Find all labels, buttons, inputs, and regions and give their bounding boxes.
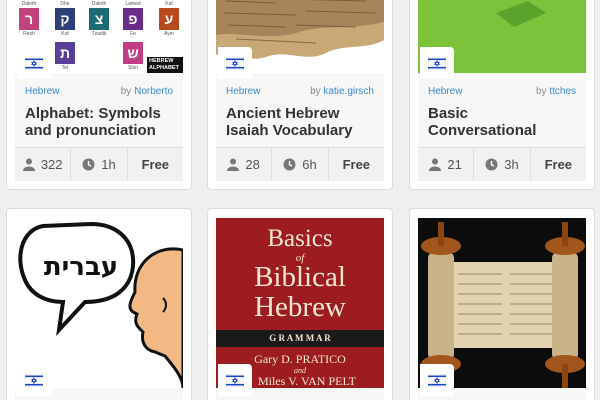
letter-name: Fe (130, 31, 136, 37)
course-card[interactable]: ר ק צ פ ע ת ש Daleth Dhe Daleth Lamed Ka… (6, 0, 192, 190)
user-icon (22, 158, 35, 171)
alphabet-caption: HEBREW ALPHABET (147, 57, 183, 73)
learners-stat: 28 (216, 148, 273, 181)
time-stat: 3h (474, 148, 531, 181)
letter-name: Daleth (91, 1, 107, 7)
course-stats: 28 6h Free (216, 147, 384, 181)
letter-name: Kaf (165, 1, 173, 7)
clock-icon (283, 158, 296, 171)
caption-line: ALPHABET (149, 65, 179, 71)
course-card[interactable]: Hebrew by ttches Basic Conversational 21… (409, 0, 595, 190)
price-value: Free (141, 157, 170, 172)
author-link[interactable]: katie.girsch (323, 86, 374, 97)
user-icon (227, 158, 240, 171)
course-title[interactable]: Alphabet: Symbols and pronunciation (25, 105, 177, 139)
speech-bubble-image (18, 221, 183, 388)
letter-tile: צ (89, 8, 109, 30)
letter-tile: ע (159, 8, 179, 30)
letter-name: Ayin (164, 31, 174, 37)
time-stat: 1h (71, 148, 128, 181)
course-language-link[interactable]: Hebrew (25, 86, 59, 97)
price-stat: Free (128, 148, 183, 181)
letter-tile: ק (55, 8, 75, 30)
israel-flag-icon (218, 47, 252, 79)
price-value: Free (342, 157, 371, 172)
letter-name: Dhe (60, 1, 70, 7)
learners-count: 322 (40, 157, 63, 172)
course-author: by katie.girsch (310, 86, 374, 97)
learners-count: 28 (245, 157, 260, 172)
letter-tile: ש (123, 42, 143, 64)
israel-flag-icon (420, 364, 454, 396)
book-title-line: Basics (267, 225, 333, 252)
course-title[interactable]: Basic Conversational (428, 105, 538, 139)
time-value: 3h (504, 157, 519, 172)
letter-tile: ת (55, 42, 75, 64)
book-title-line: Biblical (254, 261, 346, 293)
price-value: Free (544, 157, 573, 172)
time-value: 1h (101, 157, 116, 172)
by-label: by (310, 86, 321, 97)
course-author: by ttches (536, 86, 576, 97)
author-link[interactable]: ttches (549, 86, 576, 97)
course-thumbnail[interactable]: Basics of Biblical Hebrew G R A M M A R … (216, 218, 384, 388)
letter-name: Daleth (21, 1, 37, 7)
course-card[interactable]: Basics of Biblical Hebrew G R A M M A R … (207, 208, 393, 400)
clock-icon (485, 158, 498, 171)
israel-flag-icon (17, 47, 51, 79)
course-card[interactable]: Hebrew by katie.girsch Ancient Hebrew Is… (207, 0, 393, 190)
letter-name: Tzadik (91, 31, 107, 37)
time-value: 6h (302, 157, 317, 172)
course-title[interactable]: Ancient Hebrew Isaiah Vocabulary (226, 105, 378, 139)
book-grammar-band: G R A M M A R (216, 330, 384, 347)
user-icon (429, 158, 442, 171)
book-title-line: Hebrew (254, 291, 346, 323)
course-language-link[interactable]: Hebrew (226, 86, 260, 97)
letter-name: Shin (127, 65, 138, 71)
clock-icon (82, 158, 95, 171)
book-author: Miles V. VAN PELT (257, 374, 357, 388)
by-label: by (120, 86, 132, 97)
course-language-link[interactable]: Hebrew (428, 86, 462, 97)
course-card[interactable] (409, 208, 595, 400)
by-label: by (535, 86, 547, 97)
israel-flag-icon (218, 364, 252, 396)
course-stats: 21 3h Free (418, 147, 586, 181)
speech-bubble-text: עברית (43, 252, 119, 282)
price-stat: Free (531, 148, 586, 181)
letter-name: Lamed (125, 1, 141, 7)
letter-tile: ר (19, 8, 39, 30)
learners-stat: 21 (418, 148, 475, 181)
course-thumbnail[interactable]: עברית (15, 218, 183, 388)
israel-flag-icon (420, 47, 454, 79)
learners-count: 21 (447, 157, 462, 172)
time-stat: 6h (272, 148, 329, 181)
torah-scroll-image (418, 218, 586, 388)
caption-line: HEBREW (149, 58, 174, 64)
course-author: by Norberto (121, 86, 173, 97)
israel-flag-icon (17, 364, 51, 396)
letter-tile: פ (123, 8, 143, 30)
letter-name: Tet (61, 65, 69, 71)
course-stats: 322 1h Free (15, 147, 183, 181)
letter-name: Kof (61, 31, 69, 37)
price-stat: Free (329, 148, 384, 181)
letter-name: Resh (23, 31, 35, 37)
learners-stat: 322 (15, 148, 72, 181)
course-card[interactable]: עברית (6, 208, 192, 400)
author-link[interactable]: Norberto (134, 86, 173, 97)
course-thumbnail[interactable] (418, 218, 586, 388)
